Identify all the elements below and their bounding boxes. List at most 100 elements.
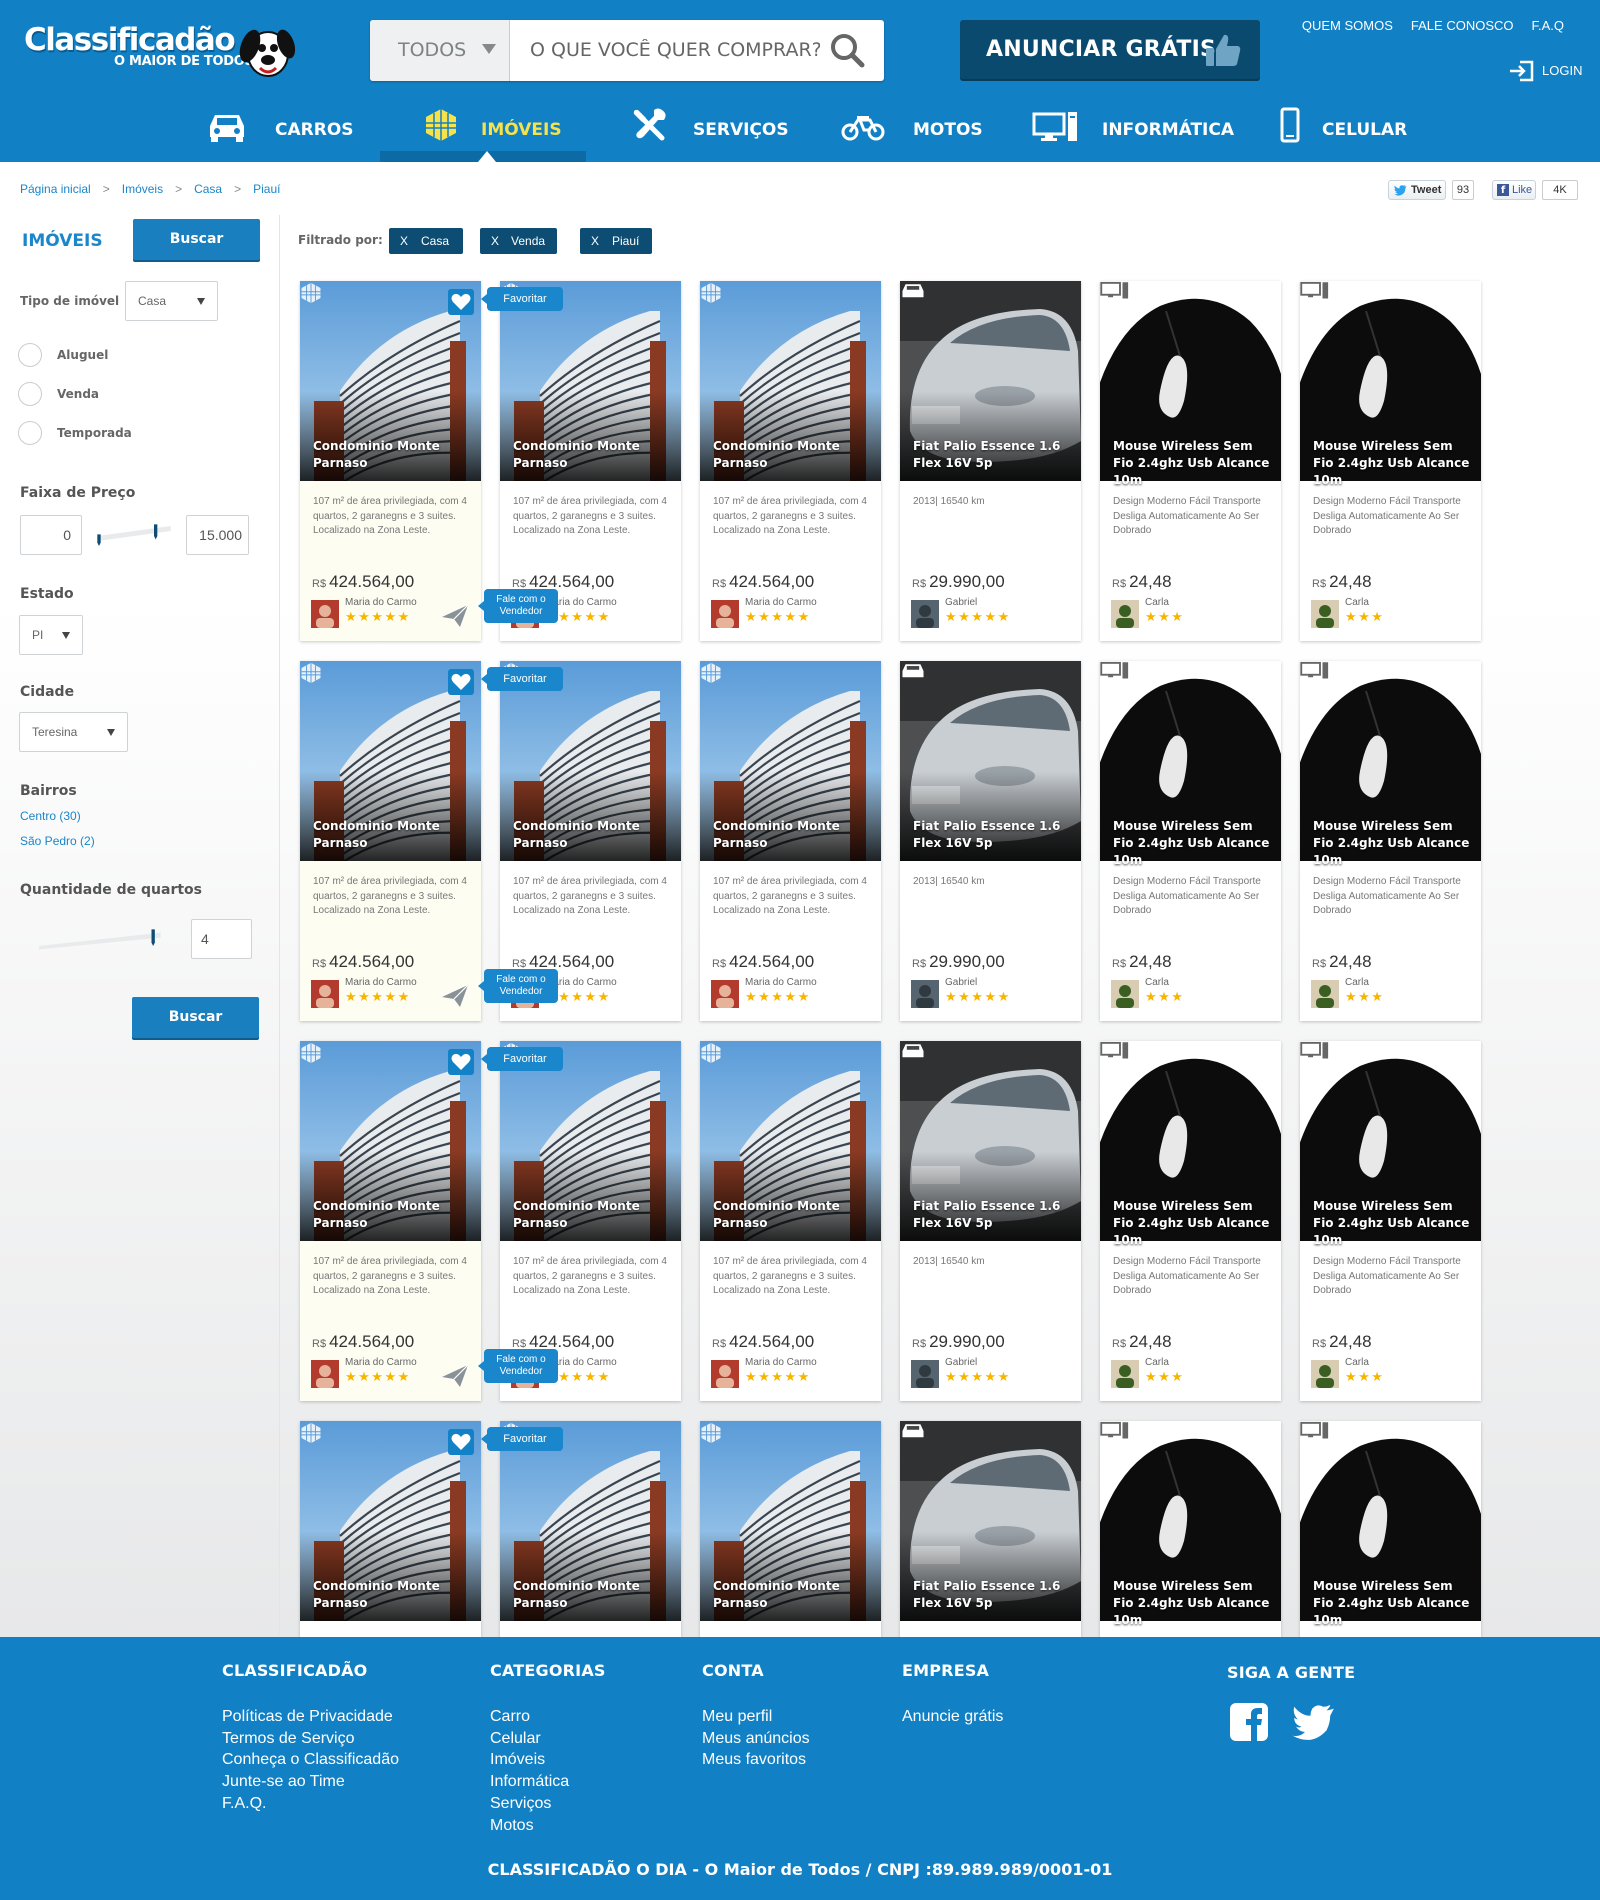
listing-card[interactable]: Mouse Wireless Sem Fio 2.4ghz Usb Alcanc… — [1300, 661, 1481, 1021]
listing-title[interactable]: Mouse Wireless Sem Fio 2.4ghz Usb Alcanc… — [1313, 818, 1473, 869]
footer-link[interactable]: Carro — [490, 1706, 606, 1728]
listing-title[interactable]: Condominio Monte Parnaso — [713, 438, 873, 472]
remove-filter-icon[interactable]: X — [400, 234, 408, 248]
seller-name[interactable]: Carla — [1345, 597, 1369, 608]
seller-avatar[interactable] — [911, 1360, 939, 1388]
footer-link[interactable]: Informática — [490, 1771, 606, 1793]
filter-chip-venda[interactable]: X Venda — [480, 228, 557, 254]
link-faq[interactable]: F.A.Q — [1531, 18, 1564, 33]
nav-carros[interactable]: CARROS — [206, 100, 356, 162]
cidade-select[interactable]: Teresina — [19, 712, 128, 752]
radio-aluguel[interactable] — [18, 343, 42, 367]
footer-link[interactable]: Políticas de Privacidade — [222, 1706, 399, 1728]
footer-link[interactable]: Meus favoritos — [702, 1749, 810, 1771]
quartos-input[interactable]: 4 — [191, 919, 252, 959]
listing-title[interactable]: Mouse Wireless Sem Fio 2.4ghz Usb Alcanc… — [1313, 1198, 1473, 1249]
seller-name[interactable]: Carla — [1145, 597, 1169, 608]
listing-card[interactable]: Mouse Wireless Sem Fio 2.4ghz Usb Alcanc… — [1100, 1421, 1281, 1637]
footer-link[interactable]: Meu perfil — [702, 1706, 810, 1728]
listing-card[interactable]: Condominio Monte Parnaso 107 m² de área p… — [500, 281, 681, 641]
seller-avatar[interactable] — [711, 980, 739, 1008]
logo[interactable]: Classificadão O MAIOR DE TODOS — [24, 16, 296, 82]
listing-title[interactable]: Fiat Palio Essence 1.6 Flex 16V 5p — [913, 438, 1073, 472]
listing-title[interactable]: Mouse Wireless Sem Fio 2.4ghz Usb Alcanc… — [1313, 438, 1473, 489]
listing-title[interactable]: Condominio Monte Parnaso — [313, 1578, 473, 1612]
seller-name[interactable]: Carla — [1145, 977, 1169, 988]
listing-title[interactable]: Condominio Monte Parnaso — [513, 818, 673, 852]
breadcrumb-casa[interactable]: Casa — [194, 182, 222, 196]
seller-avatar[interactable] — [1311, 980, 1339, 1008]
seller-name[interactable]: Maria do Carmo — [345, 1357, 417, 1368]
listing-title[interactable]: Condominio Monte Parnaso — [313, 1198, 473, 1232]
seller-avatar[interactable] — [1311, 600, 1339, 628]
breadcrumb-piaui[interactable]: Piauí — [253, 182, 280, 196]
quartos-slider[interactable] — [24, 921, 184, 951]
listing-card[interactable]: Mouse Wireless Sem Fio 2.4ghz Usb Alcanc… — [1300, 1041, 1481, 1401]
breadcrumb-home[interactable]: Página inicial — [20, 182, 91, 196]
link-fale-conosco[interactable]: FALE CONOSCO — [1411, 18, 1514, 33]
seller-avatar[interactable] — [711, 1360, 739, 1388]
price-max-input[interactable]: 15.000 — [186, 515, 249, 555]
seller-avatar[interactable] — [911, 980, 939, 1008]
like-button[interactable]: f Like — [1492, 180, 1536, 200]
seller-avatar[interactable] — [311, 1360, 339, 1388]
seller-avatar[interactable] — [311, 980, 339, 1008]
footer-link[interactable]: F.A.Q. — [222, 1793, 399, 1815]
seller-avatar[interactable] — [1111, 980, 1139, 1008]
listing-card[interactable]: Condominio Monte Parnaso — [500, 1421, 681, 1637]
contact-seller-tooltip[interactable]: Fale com o Vendedor — [478, 589, 558, 623]
listing-title[interactable]: Mouse Wireless Sem Fio 2.4ghz Usb Alcanc… — [1113, 1578, 1273, 1629]
listing-title[interactable]: Fiat Palio Essence 1.6 Flex 16V 5p — [913, 1198, 1073, 1232]
listing-title[interactable]: Mouse Wireless Sem Fio 2.4ghz Usb Alcanc… — [1113, 818, 1273, 869]
seller-name[interactable]: Maria do Carmo — [745, 977, 817, 988]
tipo-select[interactable]: Casa — [125, 281, 218, 321]
listing-title[interactable]: Condominio Monte Parnaso — [513, 1198, 673, 1232]
send-message-icon[interactable] — [440, 603, 470, 629]
footer-link[interactable]: Motos — [490, 1815, 606, 1837]
seller-name[interactable]: Gabriel — [945, 1357, 977, 1368]
footer-link[interactable]: Serviços — [490, 1793, 606, 1815]
price-min-input[interactable]: 0 — [20, 515, 82, 555]
favorite-heart-icon[interactable] — [448, 669, 474, 695]
listing-card[interactable]: Mouse Wireless Sem Fio 2.4ghz Usb Alcanc… — [1300, 1421, 1481, 1637]
seller-name[interactable]: Carla — [1345, 1357, 1369, 1368]
nav-informatica[interactable]: INFORMÁTICA — [1032, 100, 1234, 162]
search-category-select[interactable]: TODOS — [370, 20, 510, 81]
listing-card[interactable]: Condominio Monte Parnaso 107 m² de área p… — [700, 281, 881, 641]
listing-title[interactable]: Mouse Wireless Sem Fio 2.4ghz Usb Alcanc… — [1113, 1198, 1273, 1249]
listing-card[interactable]: Condominio Monte Parnaso 107 m² de área p… — [300, 661, 481, 1021]
send-message-icon[interactable] — [440, 1363, 470, 1389]
listing-card[interactable]: Fiat Palio Essence 1.6 Flex 16V 5p 2013| … — [900, 281, 1081, 641]
announce-free-button[interactable]: ANUNCIAR GRÁTIS — [960, 20, 1260, 81]
favorite-heart-icon[interactable] — [448, 1429, 474, 1455]
bairro-sao-pedro-link[interactable]: São Pedro (2) — [20, 834, 95, 848]
bairro-centro-link[interactable]: Centro (30) — [20, 809, 81, 823]
remove-filter-icon[interactable]: X — [591, 234, 599, 248]
listing-card[interactable]: Condominio Monte Parnaso 107 m² de área p… — [500, 661, 681, 1021]
footer-link[interactable]: Imóveis — [490, 1749, 606, 1771]
listing-title[interactable]: Fiat Palio Essence 1.6 Flex 16V 5p — [913, 818, 1073, 852]
remove-filter-icon[interactable]: X — [491, 234, 499, 248]
listing-title[interactable]: Mouse Wireless Sem Fio 2.4ghz Usb Alcanc… — [1313, 1578, 1473, 1629]
estado-select[interactable]: PI — [19, 615, 83, 655]
seller-avatar[interactable] — [1111, 1360, 1139, 1388]
listing-card[interactable]: Condominio Monte Parnaso 107 m² de área p… — [300, 281, 481, 641]
seller-avatar[interactable] — [1311, 1360, 1339, 1388]
filter-chip-casa[interactable]: X Casa — [389, 228, 463, 254]
listing-title[interactable]: Mouse Wireless Sem Fio 2.4ghz Usb Alcanc… — [1113, 438, 1273, 489]
nav-celular[interactable]: CELULAR — [1280, 100, 1410, 162]
filter-chip-piaui[interactable]: X Piauí — [580, 228, 652, 254]
radio-venda[interactable] — [18, 382, 42, 406]
footer-link[interactable]: Anuncie grátis — [902, 1706, 1003, 1728]
search-button-top[interactable]: Buscar — [133, 219, 260, 260]
seller-avatar[interactable] — [711, 600, 739, 628]
listing-title[interactable]: Condominio Monte Parnaso — [713, 1578, 873, 1612]
seller-avatar[interactable] — [311, 600, 339, 628]
listing-card[interactable]: Condominio Monte Parnaso — [300, 1421, 481, 1637]
listing-card[interactable]: Fiat Palio Essence 1.6 Flex 16V 5p 2013| … — [900, 661, 1081, 1021]
price-range-slider[interactable] — [86, 516, 182, 546]
favorite-heart-icon[interactable] — [448, 1049, 474, 1075]
tweet-button[interactable]: Tweet — [1388, 180, 1446, 200]
listing-title[interactable]: Condominio Monte Parnaso — [713, 818, 873, 852]
seller-name[interactable]: Maria do Carmo — [345, 597, 417, 608]
